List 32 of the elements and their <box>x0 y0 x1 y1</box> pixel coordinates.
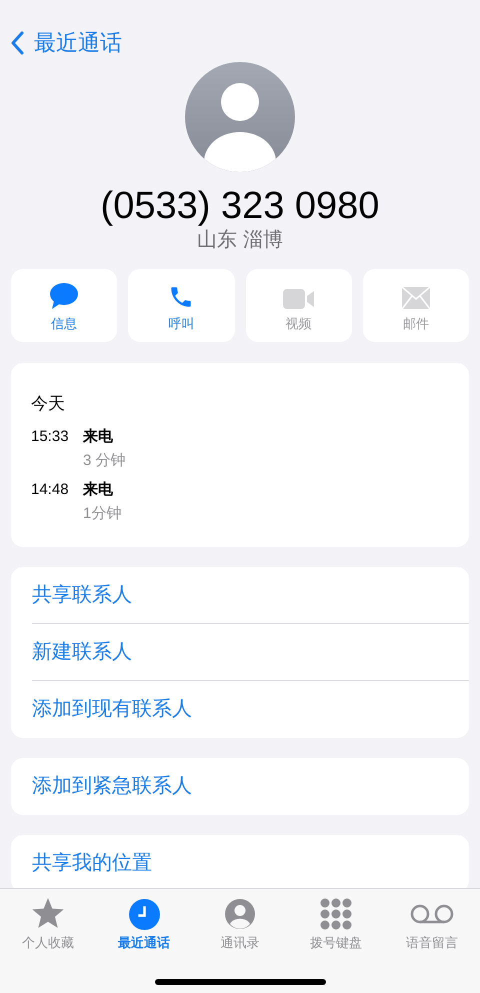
call-button[interactable]: 呼叫 <box>128 269 234 342</box>
call-duration: 1分钟 <box>83 504 122 524</box>
call-time: 15:33 <box>31 426 70 446</box>
option-link[interactable]: 新建联系人 <box>32 636 132 666</box>
call-type: 来电 <box>83 480 114 500</box>
person-circle-icon <box>225 899 255 929</box>
tab-item[interactable]: 最近通话 <box>96 897 192 951</box>
keypad-icon <box>320 898 352 930</box>
option-link[interactable]: 添加到现有联系人 <box>32 694 192 724</box>
speech-bubble-icon <box>49 282 80 310</box>
chevron-left-icon <box>10 30 24 54</box>
option-link[interactable]: 共享联系人 <box>32 580 132 610</box>
call-type: 来电 <box>83 426 114 446</box>
option-link[interactable]: 共享我的位置 <box>32 848 152 878</box>
call-time: 14:48 <box>31 480 70 500</box>
date-heading: 今天 <box>31 393 66 415</box>
tab-item[interactable]: 通讯录 <box>192 897 288 951</box>
star-icon <box>31 898 65 930</box>
clock-icon <box>128 898 160 930</box>
tab-item[interactable]: 个人收藏 <box>0 897 96 951</box>
video-camera-icon <box>282 288 315 310</box>
location-text: 山东 淄博 <box>196 228 284 252</box>
voicemail-icon <box>410 904 454 924</box>
phone-number: (0533) 323 0980 <box>100 184 380 228</box>
option-link[interactable]: 添加到紧急联系人 <box>32 771 192 801</box>
tab-item[interactable]: 语音留言 <box>384 897 480 951</box>
avatar-icon <box>185 62 295 172</box>
envelope-icon <box>400 286 431 310</box>
message-button[interactable]: 信息 <box>11 269 118 342</box>
call-duration: 3 分钟 <box>83 450 126 470</box>
tab-item[interactable]: 拨号键盘 <box>288 897 384 951</box>
back-link[interactable]: 最近通话 <box>10 26 122 59</box>
